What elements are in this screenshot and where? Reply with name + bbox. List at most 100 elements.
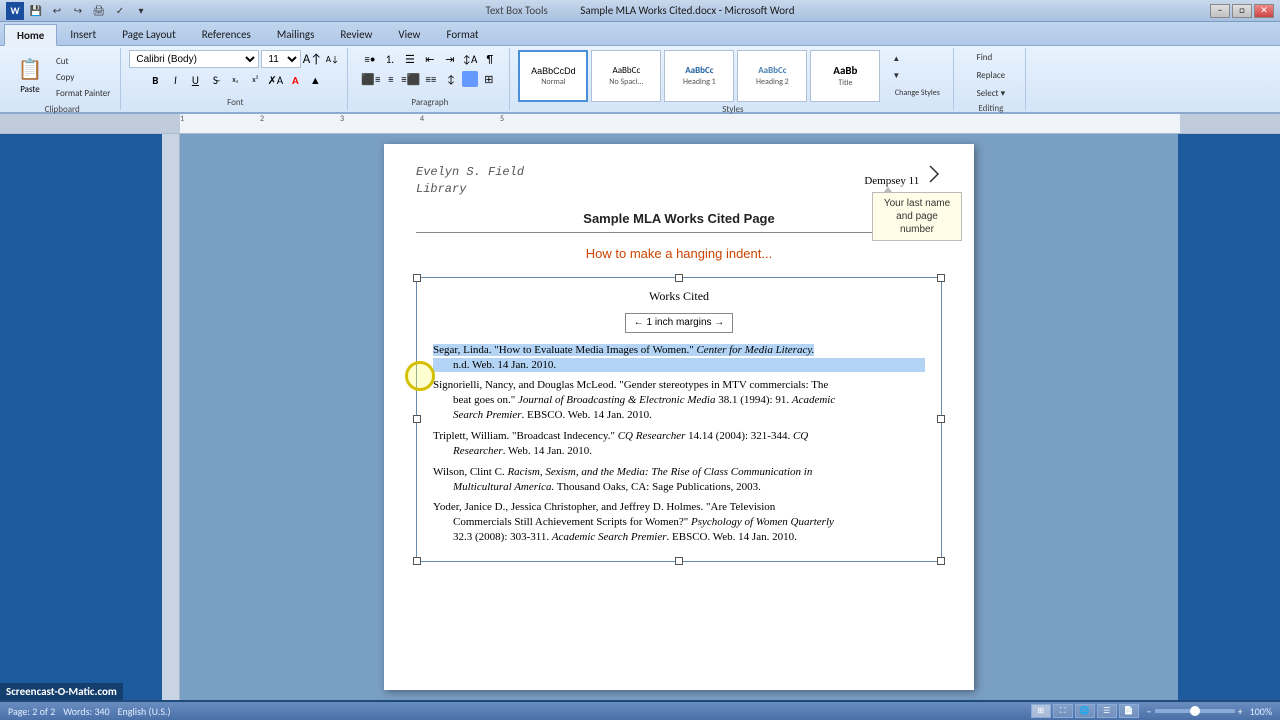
status-page: Page: 2 of 2	[8, 705, 55, 718]
spell-btn[interactable]: ✓	[111, 2, 129, 20]
shading-btn[interactable]	[462, 71, 478, 87]
redo-btn[interactable]: ↪	[69, 2, 87, 20]
zoom-out-btn[interactable]: −	[1147, 705, 1152, 718]
bib-entry-4: Wilson, Clint C. Racism, Sexism, and the…	[433, 465, 925, 495]
zoom-slider[interactable]	[1155, 709, 1235, 713]
tab-home[interactable]: Home	[4, 24, 57, 46]
save-quick-btn[interactable]: 💾	[27, 2, 45, 20]
style-heading2[interactable]: AaBbCc Heading 2	[737, 50, 807, 102]
right-margin	[1178, 134, 1280, 700]
zoom-in-btn[interactable]: +	[1238, 705, 1243, 718]
margin-indicator: ← 1 inch margins →	[625, 313, 734, 333]
font-size-select[interactable]: 11	[261, 50, 301, 68]
customize-btn[interactable]: ▾	[132, 2, 150, 20]
view-buttons: ⊞ ⛶ 🌐 ☰ 📄	[1031, 704, 1139, 718]
tab-view[interactable]: View	[385, 23, 433, 45]
handle-bottomright[interactable]	[937, 557, 945, 565]
undo-btn[interactable]: ↩	[48, 2, 66, 20]
bullets-btn[interactable]: ≡•	[361, 50, 379, 68]
handle-bottomleft[interactable]	[413, 557, 421, 565]
style-no-spacing[interactable]: AaBbCc No Spaci...	[591, 50, 661, 102]
highlight-btn[interactable]: ▲	[306, 71, 324, 89]
view-draft-btn[interactable]: 📄	[1119, 704, 1139, 718]
view-print-btn[interactable]: ⊞	[1031, 704, 1051, 718]
tab-insert[interactable]: Insert	[57, 23, 109, 45]
handle-bottomcenter[interactable]	[675, 557, 683, 565]
select-btn[interactable]: Select ▾	[973, 86, 1010, 101]
paste-button[interactable]: 📋 Paste	[10, 50, 50, 102]
font-shrink-btn[interactable]: A↓	[323, 50, 341, 68]
left-margin	[0, 134, 180, 700]
handle-midright[interactable]	[937, 415, 945, 423]
statusbar: Page: 2 of 2 Words: 340 English (U.S.) ⊞…	[0, 702, 1280, 720]
align-right-btn[interactable]: ≡⬛	[402, 70, 420, 88]
decrease-indent-btn[interactable]: ⇤	[421, 50, 439, 68]
bib-entry-3: Triplett, William. "Broadcast Indecency.…	[433, 429, 925, 459]
handle-topright[interactable]	[937, 274, 945, 282]
align-left-btn[interactable]: ⬛≡	[362, 70, 380, 88]
subscript-btn[interactable]: x₂	[226, 71, 244, 89]
strikethrough-btn[interactable]: S̶	[206, 71, 224, 89]
format-painter-button[interactable]: Format Painter	[52, 86, 114, 101]
styles-scroll-down[interactable]: ▼	[887, 69, 905, 83]
zoom-thumb[interactable]	[1190, 706, 1200, 716]
change-styles-btn[interactable]: Change Styles	[887, 86, 947, 100]
multilevel-btn[interactable]: ☰	[401, 50, 419, 68]
word-icon: W	[6, 2, 24, 20]
ruler-main: 1 2 3 4 5	[180, 114, 1180, 133]
sort-btn[interactable]: ↕A	[461, 50, 479, 68]
print-btn[interactable]: 🖨	[90, 2, 108, 20]
list-row: ≡• 1. ☰ ⇤ ⇥ ↕A ¶	[361, 50, 499, 68]
view-web-btn[interactable]: 🌐	[1075, 704, 1095, 718]
handle-topleft[interactable]	[413, 274, 421, 282]
style-heading1[interactable]: AaBbCc Heading 1	[664, 50, 734, 102]
copy-button[interactable]: Copy	[52, 70, 114, 85]
text-color-btn[interactable]: A	[286, 71, 304, 89]
view-fullscreen-btn[interactable]: ⛶	[1053, 704, 1073, 718]
numbering-btn[interactable]: 1.	[381, 50, 399, 68]
handle-midleft[interactable]	[413, 415, 421, 423]
page-number-area: Dempsey 11 Your last name and page numbe…	[864, 164, 942, 189]
clear-format-btn[interactable]: ✗A	[266, 71, 284, 89]
font-face-select[interactable]: Calibri (Body)	[129, 50, 259, 68]
format-row: B I U S̶ x₂ x² ✗A A ▲	[146, 71, 324, 89]
find-btn[interactable]: Find	[973, 50, 997, 65]
cut-button[interactable]: Cut	[52, 54, 114, 69]
textbox-container[interactable]: Works Cited ← 1 inch margins → Segar, Li…	[416, 277, 942, 562]
replace-btn[interactable]: Replace	[973, 68, 1010, 83]
style-title[interactable]: AaBb Title	[810, 50, 880, 102]
status-words: Words: 340	[63, 705, 109, 718]
bib-entry-1: Segar, Linda. "How to Evaluate Media Ima…	[433, 343, 925, 373]
tab-review[interactable]: Review	[327, 23, 385, 45]
close-btn[interactable]: ✕	[1254, 4, 1274, 18]
view-outline-btn[interactable]: ☰	[1097, 704, 1117, 718]
main-area: Evelyn S. Field Library Sample MLA Works…	[0, 134, 1280, 700]
titlebar-left: W 💾 ↩ ↪ 🖨 ✓ ▾	[6, 2, 150, 20]
show-hide-btn[interactable]: ¶	[481, 50, 499, 68]
underline-btn[interactable]: U	[186, 71, 204, 89]
tab-mailings[interactable]: Mailings	[264, 23, 328, 45]
superscript-btn[interactable]: x²	[246, 71, 264, 89]
tab-references[interactable]: References	[189, 23, 264, 45]
increase-indent-btn[interactable]: ⇥	[441, 50, 459, 68]
ruler-right-margin	[1180, 114, 1280, 133]
library-line2: Library	[416, 181, 942, 198]
font-grow-btn[interactable]: A↑	[303, 50, 321, 68]
style-normal[interactable]: AaBbCcDd Normal	[518, 50, 588, 102]
hanging-indent-instruction: How to make a hanging indent...	[416, 245, 942, 263]
styles-scroll-up[interactable]: ▲	[887, 52, 905, 66]
align-center-btn[interactable]: ≡	[382, 70, 400, 88]
border-btn[interactable]: ⊞	[480, 70, 498, 88]
minimize-btn[interactable]: −	[1210, 4, 1230, 18]
bold-btn[interactable]: B	[146, 71, 164, 89]
bib-entry-5: Yoder, Janice D., Jessica Christopher, a…	[433, 500, 925, 545]
tab-pagelayout[interactable]: Page Layout	[109, 23, 189, 45]
line-spacing-btn[interactable]: ↕	[442, 70, 460, 88]
content-area[interactable]: Evelyn S. Field Library Sample MLA Works…	[180, 134, 1178, 700]
italic-btn[interactable]: I	[166, 71, 184, 89]
titlebar: W 💾 ↩ ↪ 🖨 ✓ ▾ Text Box Tools Sample MLA …	[0, 0, 1280, 22]
handle-topcenter[interactable]	[675, 274, 683, 282]
maximize-btn[interactable]: □	[1232, 4, 1252, 18]
tab-format[interactable]: Format	[433, 23, 491, 45]
justify-btn[interactable]: ≡≡	[422, 70, 440, 88]
